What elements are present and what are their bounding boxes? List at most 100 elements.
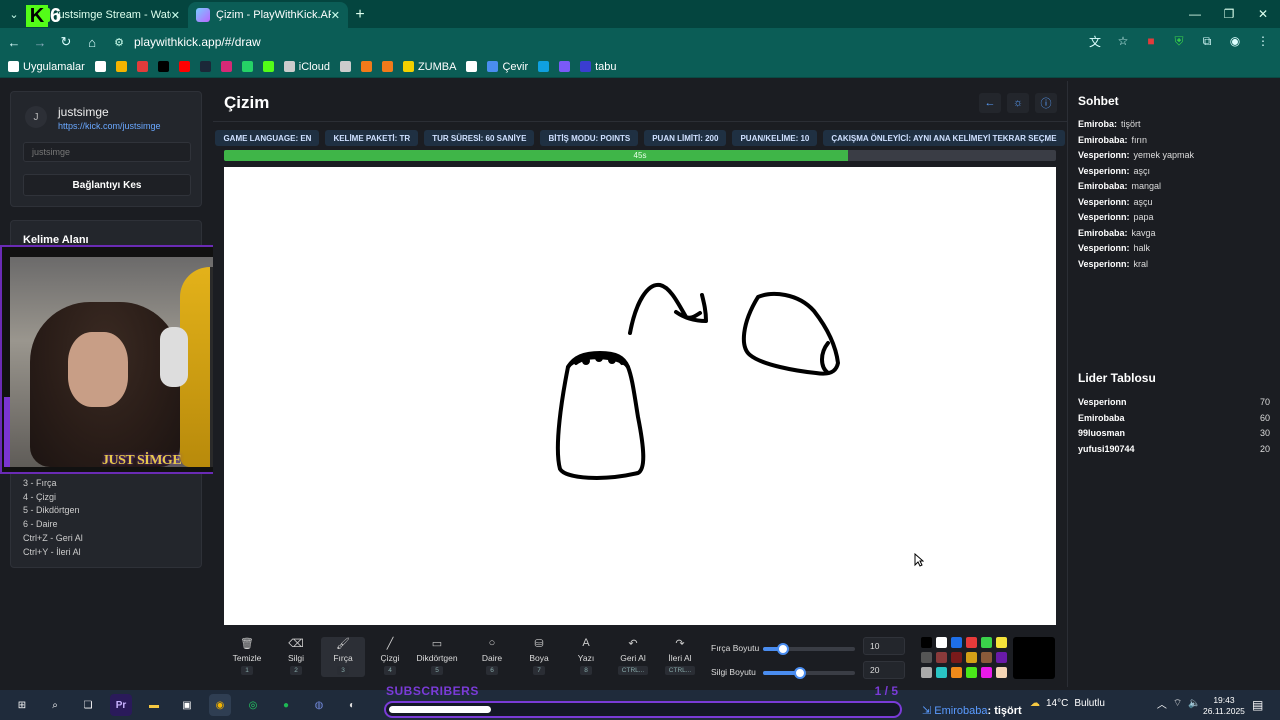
reload-icon[interactable]: ↻: [54, 30, 78, 54]
url-input[interactable]: ⚙ playwithkick.app/#/draw: [112, 30, 1152, 54]
bookmark-item[interactable]: [157, 61, 169, 72]
color-swatch[interactable]: [951, 652, 962, 663]
theme-sun-icon[interactable]: ☼: [1007, 93, 1029, 113]
slider-knob[interactable]: [777, 643, 790, 655]
bookmark-item[interactable]: iCloud: [283, 61, 330, 73]
eraser-size-input[interactable]: 20: [863, 661, 905, 679]
bookmark-item[interactable]: [115, 61, 127, 72]
forward-arrow-icon[interactable]: →: [28, 30, 52, 54]
bookmark-item[interactable]: Uygulamalar: [8, 61, 85, 73]
new-tab-button[interactable]: +: [348, 2, 372, 28]
translate-icon[interactable]: 文: [1084, 30, 1106, 52]
home-icon[interactable]: ⌂: [80, 30, 104, 54]
color-swatch[interactable]: [966, 667, 977, 678]
tool-rectangle-button[interactable]: ▭ Dikdörtgen 5: [415, 637, 459, 677]
color-swatch[interactable]: [996, 667, 1007, 678]
whatsapp-icon[interactable]: ◎: [242, 694, 264, 716]
info-icon[interactable]: ⓘ: [1035, 93, 1057, 113]
file-explorer-icon[interactable]: ▬: [143, 694, 165, 716]
bookmark-item[interactable]: [559, 61, 571, 72]
close-window-icon[interactable]: ✕: [1246, 0, 1280, 28]
site-info-icon[interactable]: ⚙: [112, 35, 126, 49]
color-swatch[interactable]: [981, 637, 992, 648]
bookmark-item[interactable]: [466, 61, 478, 72]
profile-link[interactable]: https://kick.com/justsimge: [58, 121, 161, 131]
tool-text-button[interactable]: A Yazı 8: [564, 637, 608, 677]
drawing-canvas[interactable]: [224, 167, 1056, 625]
bookmark-item[interactable]: [199, 61, 211, 72]
volume-icon[interactable]: 🔈: [1188, 698, 1200, 709]
tool-redo-button[interactable]: ↷ İleri Al CTRL...: [658, 637, 702, 677]
brush-size-slider[interactable]: [763, 643, 855, 655]
channel-input[interactable]: justsimge: [23, 142, 191, 162]
extension-red-icon[interactable]: ■: [1140, 30, 1162, 52]
back-arrow-icon[interactable]: ←: [2, 30, 26, 54]
minimize-icon[interactable]: —: [1178, 0, 1212, 28]
tab-close-icon[interactable]: ✕: [171, 9, 180, 22]
tool-line-button[interactable]: ╱ Çizgi 4: [368, 637, 412, 677]
color-swatch[interactable]: [921, 667, 932, 678]
bookmark-item[interactable]: [178, 61, 190, 72]
selected-color-swatch[interactable]: [1013, 637, 1055, 679]
store-icon[interactable]: ▣: [176, 694, 198, 716]
search-icon[interactable]: ⌕: [44, 694, 66, 716]
system-clock[interactable]: 19:43 26.11.2025: [1203, 695, 1245, 717]
bookmark-star-icon[interactable]: ☆: [1112, 30, 1134, 52]
back-icon[interactable]: ←: [979, 93, 1001, 113]
color-swatch[interactable]: [951, 637, 962, 648]
obs-icon[interactable]: ◐: [341, 694, 363, 716]
color-swatch[interactable]: [981, 667, 992, 678]
windows-start-icon[interactable]: ⊞: [11, 694, 33, 716]
bookmark-item[interactable]: [136, 61, 148, 72]
wifi-icon[interactable]: ⌔: [1173, 697, 1182, 710]
tray-chevron-icon[interactable]: ︿: [1157, 696, 1167, 711]
color-swatch[interactable]: [966, 652, 977, 663]
tab-playwithkick[interactable]: Çizim - PlayWithKick.APP ✕: [188, 2, 348, 28]
color-swatch[interactable]: [921, 637, 932, 648]
extensions-puzzle-icon[interactable]: ⧉: [1196, 30, 1218, 52]
eraser-size-slider[interactable]: [763, 667, 855, 679]
tool-bucket-button[interactable]: ⛁ Boya 7: [517, 637, 561, 677]
color-swatch[interactable]: [981, 652, 992, 663]
tool-brush-button[interactable]: 🖌 Fırça 3: [321, 637, 365, 677]
premiere-icon[interactable]: Pr: [110, 694, 132, 716]
bookmark-item[interactable]: [94, 61, 106, 72]
brush-size-input[interactable]: 10: [863, 637, 905, 655]
weather-icon[interactable]: ☁: [1030, 698, 1040, 709]
tool-trash-button[interactable]: 🗑 Temizle 1: [225, 637, 269, 677]
bookmark-item[interactable]: tabu: [580, 61, 617, 73]
color-swatch[interactable]: [951, 667, 962, 678]
bookmark-item[interactable]: [381, 61, 393, 72]
task-view-icon[interactable]: ❏: [77, 694, 99, 716]
disconnect-button[interactable]: Bağlantıyı Kes: [23, 174, 191, 196]
color-swatch[interactable]: [996, 652, 1007, 663]
spotify-icon[interactable]: ●: [275, 694, 297, 716]
restore-icon[interactable]: ❐: [1212, 0, 1246, 28]
bookmark-item[interactable]: [360, 61, 372, 72]
profile-avatar-icon[interactable]: ◉: [1224, 30, 1246, 52]
extension-shield-icon[interactable]: ⛨: [1168, 30, 1190, 52]
bookmark-item[interactable]: Çevir: [487, 61, 528, 73]
color-swatch[interactable]: [966, 637, 977, 648]
browser-menu-icon[interactable]: ⋮: [1252, 30, 1274, 52]
bookmark-item[interactable]: [262, 61, 274, 72]
tab-search-button[interactable]: ⌄: [0, 0, 28, 28]
bookmark-item[interactable]: ZUMBA: [402, 61, 456, 73]
notifications-icon[interactable]: ▤: [1252, 698, 1263, 712]
slider-knob[interactable]: [793, 667, 806, 679]
color-swatch[interactable]: [936, 652, 947, 663]
tool-undo-button[interactable]: ↶ Geri Al CTRL...: [611, 637, 655, 677]
color-swatch[interactable]: [936, 637, 947, 648]
bookmark-item[interactable]: [241, 61, 253, 72]
color-swatch[interactable]: [996, 637, 1007, 648]
discord-icon[interactable]: ◍: [308, 694, 330, 716]
bookmark-item[interactable]: [220, 61, 232, 72]
tool-eraser-button[interactable]: ⌫ Silgi 2: [274, 637, 318, 677]
tab-close-icon[interactable]: ✕: [331, 9, 340, 22]
bookmark-item[interactable]: [538, 61, 550, 72]
chrome-icon[interactable]: ◉: [209, 694, 231, 716]
color-swatch[interactable]: [936, 667, 947, 678]
color-swatch[interactable]: [921, 652, 932, 663]
bookmark-item[interactable]: [339, 61, 351, 72]
tool-circle-button[interactable]: ○ Daire 6: [470, 637, 514, 677]
